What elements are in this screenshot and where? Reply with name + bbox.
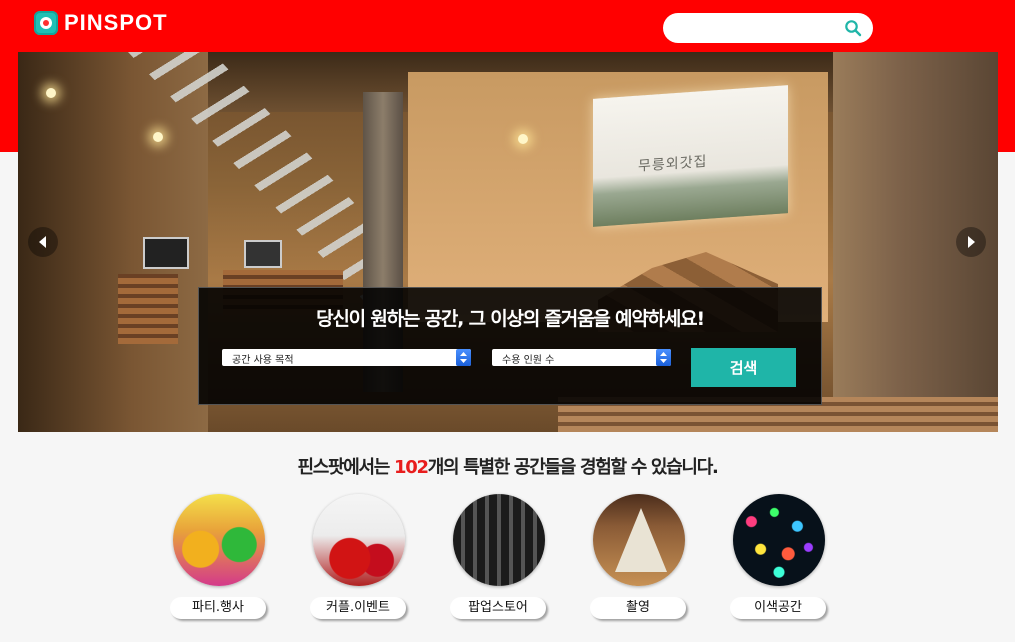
category-photo-shoot-image[interactable]: [593, 494, 685, 586]
projection-screen-text: 무릉외갓집: [638, 153, 708, 175]
select-arrows-icon: [456, 349, 471, 366]
pin-logo-icon: [34, 11, 58, 35]
category-unique-space-label[interactable]: 이색공간: [730, 597, 826, 619]
hero-photo-lamp: [518, 134, 528, 144]
category-party-label[interactable]: 파티.행사: [170, 597, 266, 619]
purpose-select-value: 공간 사용 목적: [232, 355, 294, 366]
headline-prefix: 핀스팟에서는: [297, 457, 395, 478]
category-popup-store-image[interactable]: [453, 494, 545, 586]
search-input[interactable]: [677, 18, 841, 40]
hero-photo-projection-screen: 무릉외갓집: [593, 85, 788, 227]
logo[interactable]: PINSPOT: [34, 9, 168, 37]
category-popup-store-label[interactable]: 팝업스토어: [450, 597, 546, 619]
select-arrows-icon: [656, 349, 671, 366]
hero-photo-lamp: [153, 132, 163, 142]
hero-photo-monitor: [244, 240, 282, 268]
logo-text: PINSPOT: [64, 10, 168, 35]
hero-photo-pallets: [118, 274, 178, 344]
search-box: [663, 13, 873, 43]
space-count-headline: 핀스팟에서는 102개의 특별한 공간들을 경험할 수 있습니다.: [0, 453, 1015, 479]
search-icon[interactable]: [844, 19, 862, 37]
slide-prev-button[interactable]: [28, 227, 58, 257]
search-button[interactable]: 검색: [691, 348, 796, 387]
category-photo-shoot[interactable]: 촬영: [590, 494, 690, 624]
purpose-select[interactable]: 공간 사용 목적: [222, 349, 471, 366]
capacity-select[interactable]: 수용 인원 수: [492, 349, 671, 366]
chevron-right-icon: [968, 236, 975, 248]
category-unique-space-image[interactable]: [733, 494, 825, 586]
space-count: 102: [394, 457, 429, 478]
category-unique-space[interactable]: 이색공간: [730, 494, 830, 624]
slide-next-button[interactable]: [956, 227, 986, 257]
space-search-panel: 당신이 원하는 공간, 그 이상의 즐거움을 예약하세요! 공간 사용 목적 수…: [198, 287, 822, 405]
capacity-select-value: 수용 인원 수: [502, 355, 555, 366]
search-panel-title: 당신이 원하는 공간, 그 이상의 즐거움을 예약하세요!: [316, 308, 705, 330]
category-party[interactable]: 파티.행사: [170, 494, 270, 624]
category-couple-event[interactable]: 커플.이벤트: [310, 494, 410, 624]
category-photo-shoot-label[interactable]: 촬영: [590, 597, 686, 619]
category-party-image[interactable]: [173, 494, 265, 586]
category-popup-store[interactable]: 팝업스토어: [450, 494, 550, 624]
headline-suffix: 개의 특별한 공간들을 경험할 수 있습니다.: [427, 457, 719, 478]
hero-photo-lamp: [46, 88, 56, 98]
chevron-left-icon: [39, 236, 46, 248]
hero-photo-monitor: [143, 237, 189, 269]
category-couple-event-label[interactable]: 커플.이벤트: [310, 597, 406, 619]
category-couple-event-image[interactable]: [313, 494, 405, 586]
category-photo-shoot-tent: [615, 508, 667, 572]
